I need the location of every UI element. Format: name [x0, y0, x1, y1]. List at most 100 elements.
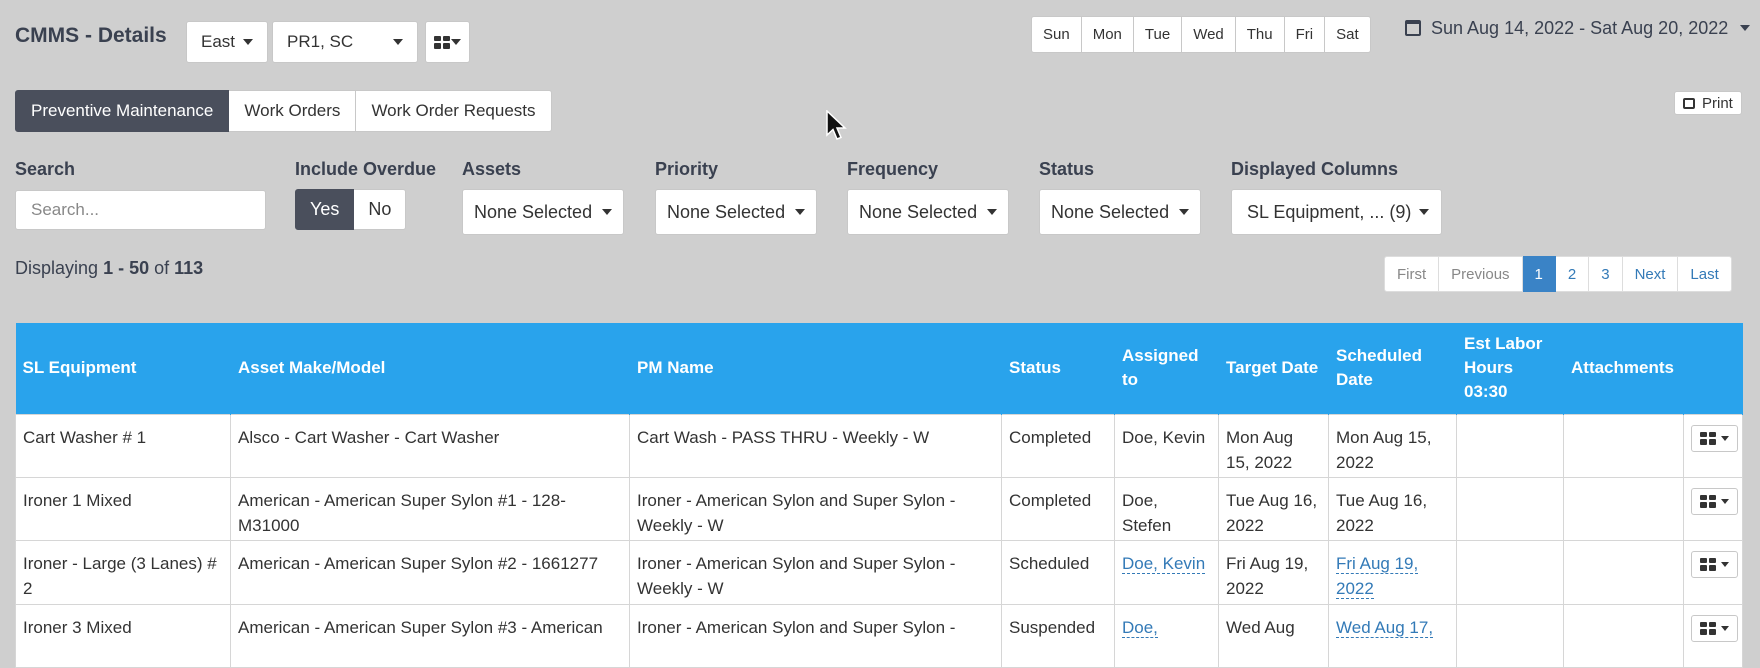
cell-target-date: Fri Aug 19, 2022: [1218, 539, 1329, 605]
displayed-columns-value: SL Equipment, ... (9): [1247, 201, 1412, 222]
caret-down-icon: [987, 209, 997, 215]
labor-hours-total: 03:30: [1464, 382, 1508, 402]
cell-attachments: [1563, 539, 1684, 605]
caret-down-icon: [602, 209, 612, 215]
table-row: Ironer 1 Mixed American - American Super…: [15, 476, 1743, 541]
cell-status: Suspended: [1001, 603, 1115, 668]
row-actions-button[interactable]: [1691, 424, 1738, 452]
cell-target-date: Tue Aug 16, 2022: [1218, 476, 1329, 541]
assets-dropdown-value: None Selected: [474, 201, 593, 222]
status-dropdown[interactable]: None Selected: [1039, 189, 1201, 235]
row-actions-button[interactable]: [1691, 614, 1738, 642]
date-range-picker[interactable]: Sun Aug 14, 2022 - Sat Aug 20, 2022: [1405, 17, 1751, 39]
cell-target-date: Mon Aug 15, 2022: [1218, 413, 1329, 478]
cell-assigned: Doe, Kevin: [1114, 539, 1219, 605]
row-actions-button[interactable]: [1691, 487, 1738, 515]
day-selector: Sun Mon Tue Wed Thu Fri Sat: [1031, 16, 1371, 53]
displayed-columns-dropdown[interactable]: SL Equipment, ... (9): [1231, 189, 1442, 235]
assigned-link[interactable]: Doe,: [1122, 617, 1158, 638]
day-button-sat[interactable]: Sat: [1325, 16, 1371, 53]
frequency-dropdown-value: None Selected: [859, 201, 978, 222]
tab-work-order-requests[interactable]: Work Order Requests: [356, 90, 552, 132]
cell-model: Alsco - Cart Washer - Cart Washer: [230, 413, 630, 478]
grid-icon: [1700, 431, 1716, 445]
date-range-label: Sun Aug 14, 2022 - Sat Aug 20, 2022: [1431, 17, 1729, 38]
frequency-dropdown[interactable]: None Selected: [847, 189, 1009, 235]
caret-down-icon: [1740, 25, 1751, 31]
status-dropdown-value: None Selected: [1051, 201, 1170, 222]
table-row: Cart Washer # 1 Alsco - Cart Washer - Ca…: [15, 413, 1743, 478]
caret-down-icon: [1721, 435, 1729, 441]
frequency-label: Frequency: [847, 159, 939, 179]
col-scheduled-date[interactable]: Scheduled Date: [1328, 323, 1457, 414]
page-first[interactable]: First: [1384, 256, 1440, 292]
site-dropdown-label: PR1, SC: [287, 32, 354, 51]
col-status[interactable]: Status: [1001, 323, 1115, 414]
region-dropdown-label: East: [201, 32, 236, 51]
cell-status: Scheduled: [1001, 539, 1115, 605]
caret-down-icon: [1721, 625, 1729, 631]
page-2[interactable]: 2: [1555, 256, 1590, 292]
col-attachments[interactable]: Attachments: [1563, 323, 1684, 414]
cell-scheduled-date: Tue Aug 16, 2022: [1328, 476, 1457, 541]
scheduled-date-link[interactable]: Fri Aug 19, 2022: [1336, 553, 1419, 599]
scheduled-date-link[interactable]: Wed Aug 17,: [1336, 617, 1434, 638]
region-dropdown[interactable]: East: [186, 21, 269, 63]
col-actions: [1683, 323, 1743, 414]
priority-label: Priority: [655, 159, 719, 179]
cell-model: American - American Super Sylon #1 - 128…: [230, 476, 630, 541]
day-button-tue[interactable]: Tue: [1133, 16, 1183, 53]
cell-attachments: [1563, 603, 1684, 668]
col-assigned-to[interactable]: Assigned to: [1114, 323, 1219, 414]
caret-down-icon: [795, 209, 805, 215]
cell-model: American - American Super Sylon #2 - 166…: [230, 539, 630, 605]
overdue-yes-button[interactable]: Yes: [295, 189, 355, 230]
day-button-sun[interactable]: Sun: [1031, 16, 1082, 53]
day-button-thu[interactable]: Thu: [1235, 16, 1285, 53]
print-icon: [1683, 97, 1695, 109]
tab-work-orders[interactable]: Work Orders: [229, 90, 357, 132]
cell-scheduled-date: Fri Aug 19, 2022: [1328, 539, 1457, 605]
record-count: Displaying 1 - 50 of 113: [15, 258, 204, 278]
page-last[interactable]: Last: [1678, 256, 1732, 292]
view-grid-button[interactable]: [425, 21, 470, 63]
cell-labor: [1456, 413, 1564, 478]
include-overdue-label: Include Overdue: [295, 159, 437, 179]
day-button-fri[interactable]: Fri: [1284, 16, 1326, 53]
cell-equipment: Ironer 3 Mixed: [15, 603, 231, 668]
cell-labor: [1456, 539, 1564, 605]
cell-equipment: Ironer 1 Mixed: [15, 476, 231, 541]
col-asset-make-model[interactable]: Asset Make/Model: [230, 323, 630, 414]
mouse-cursor-icon: [826, 110, 847, 140]
cell-attachments: [1563, 476, 1684, 541]
col-est-labor-hours[interactable]: Est Labor Hours 03:30: [1456, 323, 1564, 414]
page-3[interactable]: 3: [1589, 256, 1623, 292]
page-previous[interactable]: Previous: [1439, 256, 1523, 292]
pm-table: SL Equipment Asset Make/Model PM Name St…: [15, 323, 1743, 668]
search-label: Search: [15, 159, 76, 179]
day-button-wed[interactable]: Wed: [1182, 16, 1236, 53]
day-button-mon[interactable]: Mon: [1081, 16, 1134, 53]
col-pm-name[interactable]: PM Name: [629, 323, 1002, 414]
search-input[interactable]: [15, 190, 266, 230]
print-button[interactable]: Print: [1674, 91, 1742, 115]
table-row: Ironer 3 Mixed American - American Super…: [15, 603, 1743, 668]
cell-scheduled-date: Wed Aug 17,: [1328, 603, 1457, 668]
grid-icon: [434, 35, 450, 49]
table-row: Ironer - Large (3 Lanes) # 2 American - …: [15, 539, 1743, 605]
page-next[interactable]: Next: [1622, 256, 1679, 292]
overdue-no-button[interactable]: No: [354, 189, 407, 230]
cell-scheduled-date: Mon Aug 15, 2022: [1328, 413, 1457, 478]
site-dropdown[interactable]: PR1, SC: [272, 21, 418, 63]
cell-assigned: Doe, Stefen: [1114, 476, 1219, 541]
assigned-link[interactable]: Doe, Kevin: [1122, 553, 1206, 574]
priority-dropdown[interactable]: None Selected: [655, 189, 817, 235]
page-1[interactable]: 1: [1522, 256, 1556, 292]
status-label: Status: [1039, 159, 1095, 179]
assets-dropdown[interactable]: None Selected: [462, 189, 624, 235]
row-actions-button[interactable]: [1691, 550, 1738, 578]
col-target-date[interactable]: Target Date: [1218, 323, 1329, 414]
cell-assigned: Doe, Kevin: [1114, 413, 1219, 478]
col-sl-equipment[interactable]: SL Equipment: [15, 323, 231, 414]
tab-preventive-maintenance[interactable]: Preventive Maintenance: [15, 90, 230, 132]
